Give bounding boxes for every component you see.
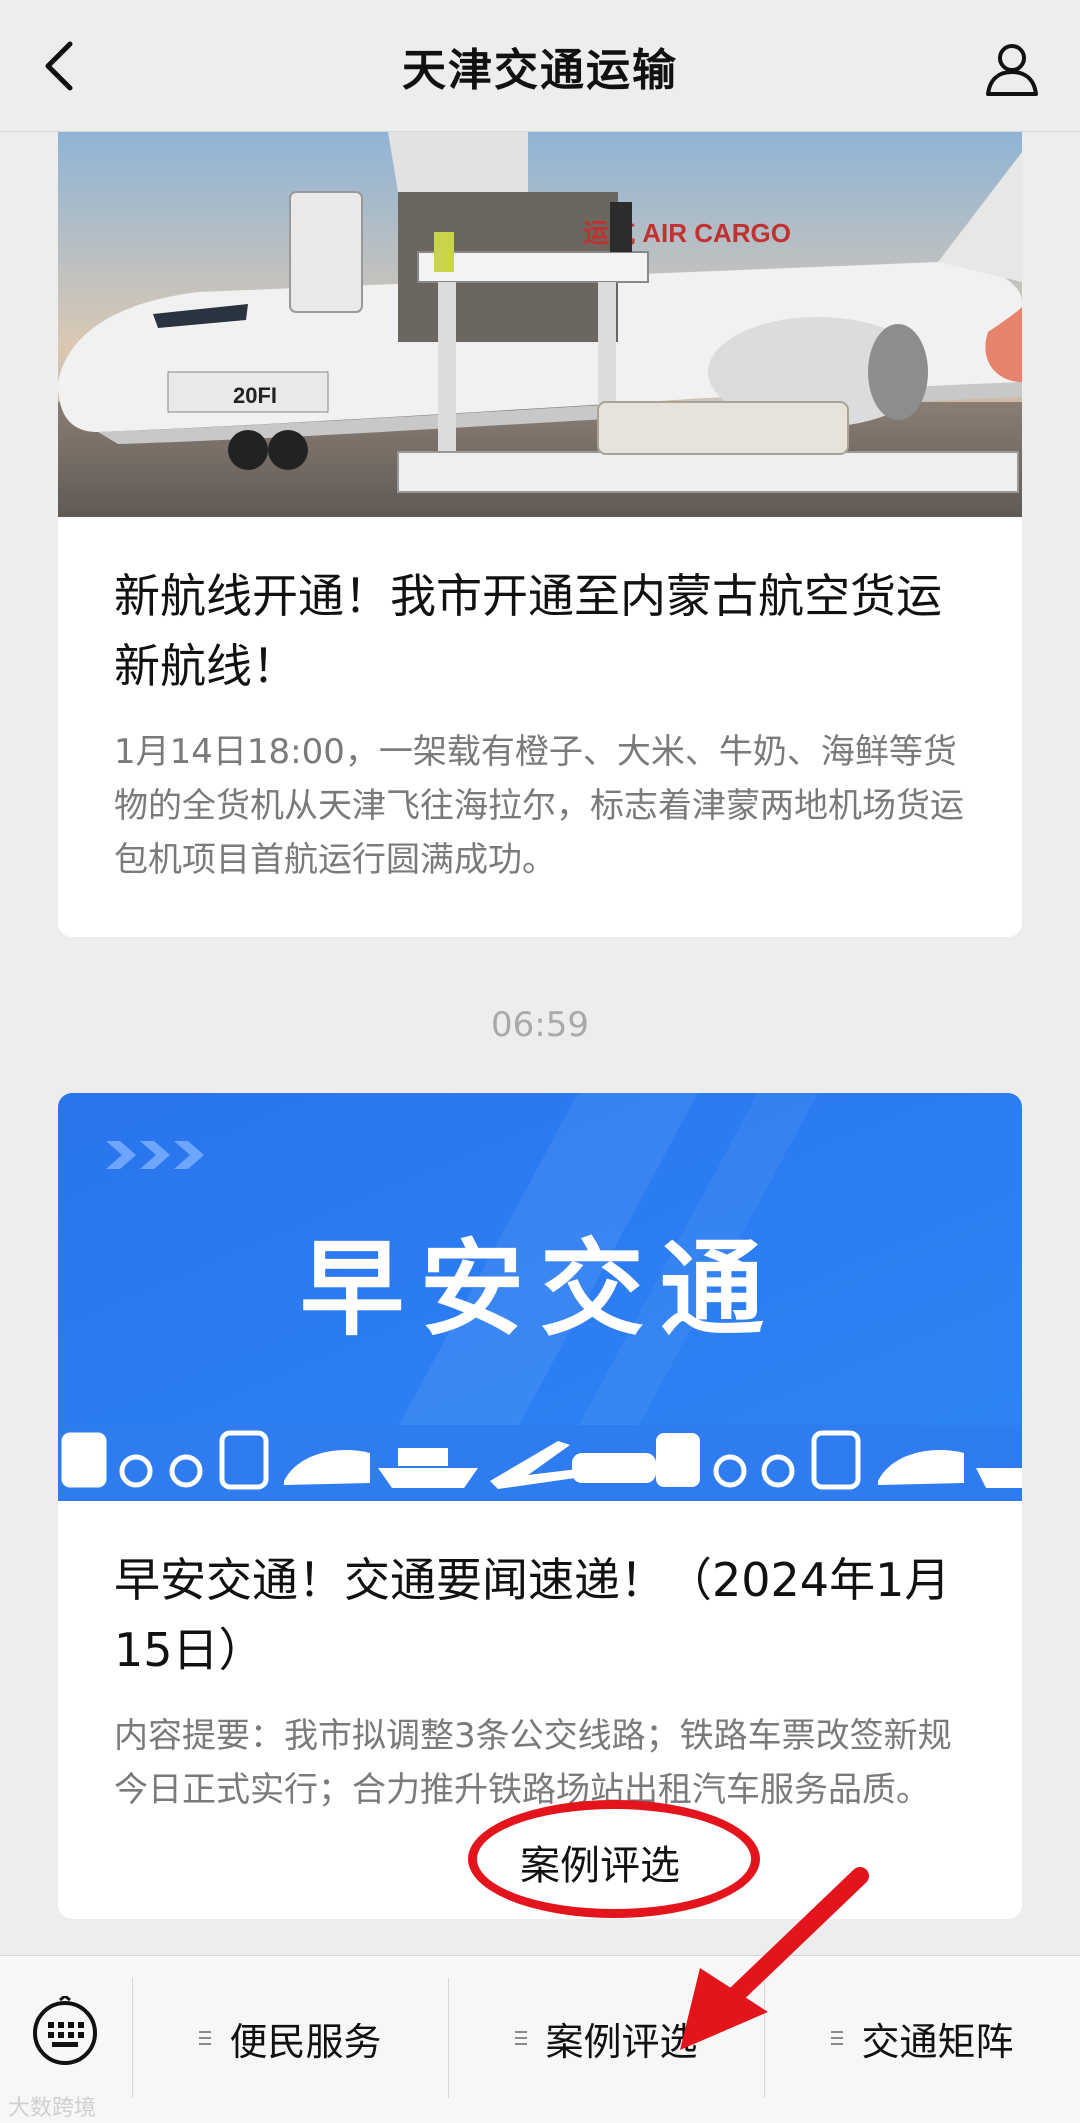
svg-text:20FI: 20FI (233, 383, 277, 408)
annotation-arrow-icon (680, 1867, 869, 2050)
keyboard-toggle-button[interactable] (30, 1996, 100, 2066)
article-title: 早安交通！交通要闻速递！（2024年1月15日） (114, 1553, 951, 1677)
message-timestamp: 06:59 (491, 1005, 589, 1045)
profile-button[interactable] (980, 36, 1044, 100)
article-title: 新航线开通！我市开通至内蒙古航空货运新航线！ (114, 569, 942, 693)
article-cover-image: 运航 AIR CARGO 20FI (58, 132, 1022, 517)
article-cover-image: 早安交通 (58, 1093, 1022, 1501)
top-nav-bar: 天津交通运输 (0, 0, 1080, 132)
chevron-left-icon (45, 41, 73, 91)
keyboard-icon (33, 1996, 97, 2065)
article-summary: 内容提要：我市拟调整3条公交线路；铁路车票改签新规今日正式实行；合力推升铁路场站… (114, 1716, 952, 1810)
page-title: 天津交通运输 (402, 44, 678, 96)
menu-list-icon (199, 2031, 212, 2045)
menu-item-label: 交通矩阵 (861, 2019, 1014, 2064)
article-card[interactable]: 运航 AIR CARGO 20FI 新航线开通！我市开通至内蒙古航空货运新航线！… (58, 132, 1022, 937)
back-button[interactable] (30, 36, 90, 96)
menu-list-icon (515, 2031, 528, 2045)
bottom-menu-bar: 便民服务 案例评选 交通矩阵 (0, 1955, 1080, 2123)
article-summary: 1月14日18:00，一架载有橙子、大米、牛奶、海鲜等货物的全货机从天津飞往海拉… (114, 732, 964, 880)
watermark-text: 大数跨境 (8, 2096, 97, 2121)
user-icon (986, 44, 1038, 96)
menu-item-label: 便民服务 (229, 2019, 382, 2064)
menu-item-convenience-services[interactable]: 便民服务 (133, 1978, 448, 2098)
cover-headline: 早安交通 (300, 1228, 780, 1350)
article-card[interactable]: 早安交通 早安交通！交通要闻速递！（2024年1月15日） 内容提要：我市拟调整… (58, 1093, 1022, 1919)
